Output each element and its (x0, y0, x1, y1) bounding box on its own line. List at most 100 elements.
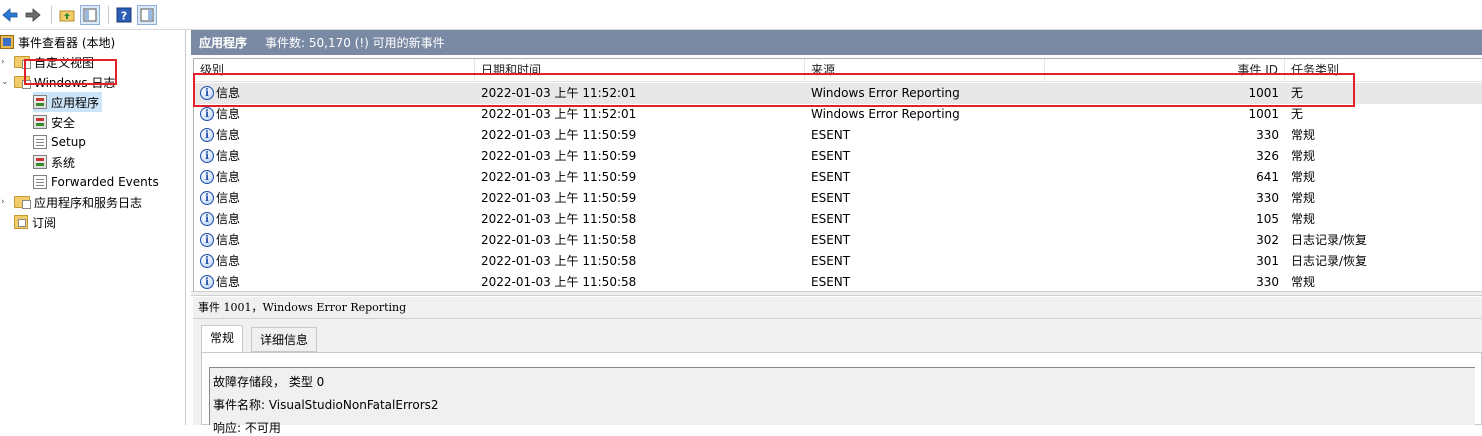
info-icon: i (200, 190, 214, 205)
cell-datetime: 2022-01-03 上午 11:50:58 (481, 275, 637, 289)
cell-datetime: 2022-01-03 上午 11:50:58 (481, 212, 637, 226)
info-icon: i (200, 106, 214, 121)
tree-item-forwarded-events[interactable]: Forwarded Events (33, 172, 159, 192)
description-line: 事件名称: VisualStudioNonFatalErrors2 (213, 398, 439, 412)
cell-level: i 信息 (200, 251, 240, 272)
cell-level: i 信息 (200, 272, 240, 291)
cell-source: ESENT (811, 191, 851, 205)
tree-item-root[interactable]: 事件查看器 (本地) (0, 32, 115, 52)
tree-item-setup[interactable]: Setup (33, 132, 86, 152)
tree-item-label: 安全 (51, 115, 76, 130)
info-icon: i (200, 232, 214, 247)
event-description: 故障存储段， 类型 0 事件名称: VisualStudioNonFatalEr… (209, 367, 1475, 435)
expand-arrow-icon[interactable]: › (1, 192, 9, 212)
help-icon[interactable]: ? (114, 5, 134, 25)
table-row[interactable]: i 信息 2022-01-03 上午 11:50:58 ESENT 301 日志记录/恢复 (194, 251, 1482, 272)
collapse-arrow-icon[interactable]: ⌄ (1, 72, 9, 92)
tab-general[interactable]: 常规 (201, 325, 244, 353)
back-arrow-icon[interactable] (0, 5, 20, 25)
cell-source: ESENT (811, 275, 851, 289)
level-text: 信息 (216, 170, 241, 184)
cell-source: ESENT (811, 149, 851, 163)
info-icon: i (200, 127, 214, 142)
action-pane-icon[interactable] (137, 4, 157, 25)
table-row[interactable]: i 信息 2022-01-03 上午 11:50:59 ESENT 330 常规 (194, 188, 1482, 209)
cell-task-category: 常规 (1291, 212, 1316, 226)
cell-event-id: 330 (1256, 191, 1279, 205)
highlight-box-row (193, 73, 1355, 107)
level-text: 信息 (216, 107, 241, 121)
tree-item-application[interactable]: 应用程序 (33, 92, 103, 112)
cell-datetime: 2022-01-03 上午 11:50:58 (481, 233, 637, 247)
tree-item-label: Setup (51, 135, 86, 149)
tree-item-label: 系统 (51, 155, 76, 170)
cell-datetime: 2022-01-03 上午 11:50:59 (481, 170, 637, 184)
cell-task-category: 常规 (1291, 191, 1316, 205)
cell-source: ESENT (811, 170, 851, 184)
up-folder-icon[interactable] (57, 5, 77, 25)
description-line: 故障存储段， 类型 0 (213, 375, 325, 389)
tab-details[interactable]: 详细信息 (251, 327, 318, 352)
show-hide-tree-icon[interactable] (80, 4, 100, 25)
log-icon (33, 175, 47, 189)
cell-level: i 信息 (200, 104, 240, 125)
cell-source: ESENT (811, 254, 851, 268)
table-row[interactable]: i 信息 2022-01-03 上午 11:50:58 ESENT 302 日志记录/恢复 (194, 230, 1482, 251)
cell-task-category: 无 (1291, 107, 1304, 121)
tree-item-label: 事件查看器 (本地) (18, 35, 116, 50)
toolbar-separator (108, 5, 109, 24)
info-icon: i (200, 274, 214, 289)
cell-event-id: 326 (1256, 149, 1279, 163)
table-row[interactable]: i 信息 2022-01-03 上午 11:50:59 ESENT 641 常规 (194, 167, 1482, 188)
forward-arrow-icon[interactable] (23, 5, 43, 25)
cell-task-category: 日志记录/恢复 (1291, 254, 1368, 268)
cell-datetime: 2022-01-03 上午 11:52:01 (481, 107, 637, 121)
cell-task-category: 常规 (1291, 128, 1316, 142)
level-text: 信息 (216, 128, 241, 142)
cell-task-category: 常规 (1291, 149, 1316, 163)
info-icon: i (200, 148, 214, 163)
svg-text:?: ? (121, 9, 127, 22)
log-icon (33, 95, 47, 109)
description-line: 响应: 不可用 (213, 421, 281, 435)
log-icon (33, 115, 47, 129)
cell-event-id: 1001 (1248, 107, 1279, 121)
table-row[interactable]: i 信息 2022-01-03 上午 11:50:58 ESENT 330 常规 (194, 272, 1482, 291)
pane-splitter[interactable] (191, 291, 1482, 296)
detail-area: 常规 详细信息 故障存储段， 类型 0 事件名称: VisualStudioNo… (193, 319, 1482, 435)
cell-source: ESENT (811, 233, 851, 247)
log-icon (33, 155, 47, 169)
expand-arrow-icon[interactable]: › (1, 52, 9, 72)
main-header: 应用程序 事件数: 50,170 (!) 可用的新事件 (191, 30, 1482, 55)
cell-task-category: 常规 (1291, 275, 1316, 289)
tree-item-security[interactable]: 安全 (33, 112, 75, 132)
cell-level: i 信息 (200, 167, 240, 188)
level-text: 信息 (216, 212, 241, 226)
cell-task-category: 常规 (1291, 170, 1316, 184)
cell-source: Windows Error Reporting (811, 107, 960, 121)
cell-event-id: 301 (1256, 254, 1279, 268)
cell-source: ESENT (811, 128, 851, 142)
tree-item-label: 订阅 (32, 215, 57, 230)
level-text: 信息 (216, 233, 241, 247)
cell-level: i 信息 (200, 146, 240, 167)
table-row[interactable]: i 信息 2022-01-03 上午 11:50:58 ESENT 105 常规 (194, 209, 1482, 230)
info-icon: i (200, 253, 214, 268)
cell-level: i 信息 (200, 125, 240, 146)
info-icon: i (200, 211, 214, 226)
tree-item-subscriptions[interactable]: 订阅 (14, 212, 56, 232)
table-row[interactable]: i 信息 2022-01-03 上午 11:50:59 ESENT 330 常规 (194, 125, 1482, 146)
table-row[interactable]: i 信息 2022-01-03 上午 11:50:59 ESENT 326 常规 (194, 146, 1482, 167)
cell-event-id: 330 (1256, 275, 1279, 289)
info-icon: i (200, 169, 214, 184)
cell-level: i 信息 (200, 230, 240, 251)
cell-task-category: 日志记录/恢复 (1291, 233, 1368, 247)
cell-event-id: 105 (1256, 212, 1279, 226)
cell-level: i 信息 (200, 209, 240, 230)
level-text: 信息 (216, 275, 241, 289)
page-title: 应用程序 (199, 36, 248, 50)
tree-item-app-service-logs[interactable]: 应用程序和服务日志 (14, 192, 142, 212)
highlight-box-tree (24, 59, 117, 85)
table-row[interactable]: i 信息 2022-01-03 上午 11:52:01 Windows Error R… (194, 104, 1482, 125)
tree-item-system[interactable]: 系统 (33, 152, 75, 172)
